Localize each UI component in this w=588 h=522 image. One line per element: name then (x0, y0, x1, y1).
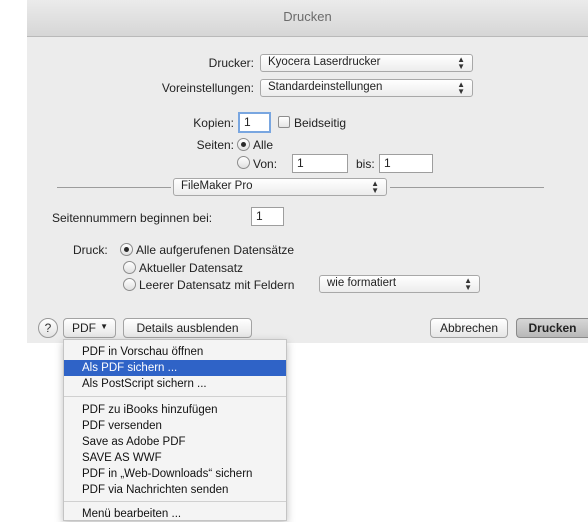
pages-range-radio[interactable] (237, 156, 250, 169)
section-value: FileMaker Pro (181, 180, 253, 192)
help-button[interactable]: ? (38, 318, 58, 338)
print-current-record-label: Aktueller Datensatz (139, 261, 244, 275)
pages-from-field[interactable]: 1 (292, 154, 348, 173)
popup-arrows-icon: ▲ ▼ (464, 276, 472, 292)
window-title: Drucken (283, 9, 332, 24)
pdf-label: PDF (72, 321, 96, 335)
print-current-record-radio[interactable] (123, 261, 136, 274)
format-popup[interactable]: wie formatiert ▲ ▼ (319, 275, 480, 293)
duplex-label: Beidseitig (294, 116, 347, 130)
print-all-records-label: Alle aufgerufenen Datensätze (136, 243, 295, 257)
menu-item-save-wwf[interactable]: SAVE AS WWF (64, 450, 286, 466)
format-value: wie formatiert (327, 277, 397, 289)
copies-label: Kopien: (193, 116, 234, 130)
menu-separator (64, 396, 286, 397)
print-all-records-radio[interactable] (120, 243, 133, 256)
menu-item-save-as-pdf[interactable]: Als PDF sichern ... (64, 360, 286, 376)
presets-label: Voreinstellungen: (161, 81, 254, 95)
pages-from-label: Von: (253, 157, 278, 171)
menu-item-send-pdf[interactable]: PDF versenden (64, 418, 286, 434)
details-button[interactable]: Details ausblenden (123, 318, 252, 338)
pages-all-label: Alle (253, 138, 274, 152)
pages-label: Seiten: (196, 138, 234, 152)
menu-item-save-adobe-pdf[interactable]: Save as Adobe PDF (64, 434, 286, 450)
separator-line (390, 187, 544, 188)
pdf-button[interactable]: PDF ▼ (63, 318, 116, 338)
separator-line (57, 187, 171, 188)
menu-separator (64, 501, 286, 502)
help-icon: ? (44, 321, 52, 335)
print-dialog: Drucken Drucker: Kyocera Laserdrucker ▲ ▼… (27, 0, 588, 343)
menu-item-add-to-ibooks[interactable]: PDF zu iBooks hinzufügen (64, 402, 286, 418)
menu-item-save-as-postscript[interactable]: Als PostScript sichern ... (64, 376, 286, 392)
page-number-field[interactable]: 1 (251, 207, 284, 226)
cancel-button[interactable]: Abbrechen (430, 318, 508, 338)
duplex-checkbox[interactable] (278, 116, 290, 128)
presets-popup[interactable]: Standardeinstellungen ▲ ▼ (260, 79, 473, 97)
copies-field[interactable]: 1 (238, 112, 271, 133)
page-number-label: Seitennummern beginnen bei: (52, 211, 213, 225)
menu-item-open-in-preview[interactable]: PDF in Vorschau öffnen (64, 344, 286, 360)
dropdown-arrow-icon: ▼ (100, 322, 108, 331)
menu-item-send-via-messages[interactable]: PDF via Nachrichten senden (64, 482, 286, 498)
pdf-menu: PDF in Vorschau öffnen Als PDF sichern .… (63, 339, 287, 521)
print-label: Druck: (73, 243, 108, 257)
printer-popup[interactable]: Kyocera Laserdrucker ▲ ▼ (260, 54, 473, 72)
menu-item-save-web-downloads[interactable]: PDF in „Web-Downloads“ sichern (64, 466, 286, 482)
print-button[interactable]: Drucken (516, 318, 588, 338)
pages-to-label: bis: (356, 157, 375, 171)
popup-arrows-icon: ▲ ▼ (371, 179, 379, 195)
print-blank-record-label: Leerer Datensatz mit Feldern (139, 278, 295, 292)
printer-value: Kyocera Laserdrucker (268, 56, 381, 68)
popup-arrows-icon: ▲ ▼ (457, 55, 465, 71)
print-blank-record-radio[interactable] (123, 278, 136, 291)
section-popup[interactable]: FileMaker Pro ▲ ▼ (173, 178, 387, 196)
pages-to-field[interactable]: 1 (379, 154, 433, 173)
menu-item-edit-menu[interactable]: Menü bearbeiten ... (64, 506, 286, 522)
printer-label: Drucker: (208, 56, 254, 70)
popup-arrows-icon: ▲ ▼ (457, 80, 465, 96)
title-bar: Drucken (27, 0, 588, 37)
pages-all-radio[interactable] (237, 138, 250, 151)
presets-value: Standardeinstellungen (268, 81, 383, 93)
